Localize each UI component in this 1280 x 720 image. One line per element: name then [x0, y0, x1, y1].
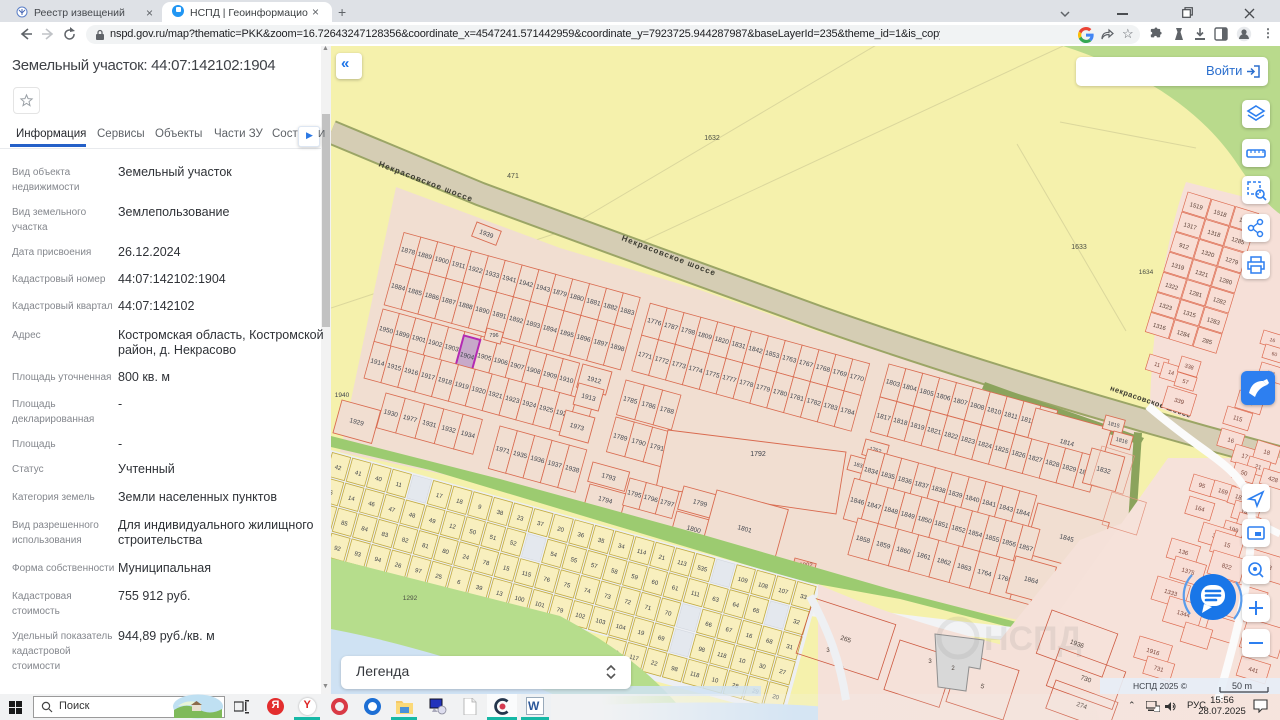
svg-text:1633: 1633 [1071, 244, 1087, 251]
svg-text:1292: 1292 [403, 595, 418, 602]
svg-text:НСПД 2025 ©: НСПД 2025 © [1133, 681, 1188, 691]
svg-text:471: 471 [507, 173, 519, 180]
svg-text:1792: 1792 [750, 451, 766, 458]
svg-text:50 m: 50 m [1232, 681, 1252, 691]
svg-text:796: 796 [489, 333, 498, 339]
svg-text:1634: 1634 [1139, 269, 1154, 276]
svg-text:1632: 1632 [704, 135, 720, 142]
svg-text:НСПД: НСПД [984, 620, 1082, 658]
svg-text:1940: 1940 [335, 392, 350, 399]
